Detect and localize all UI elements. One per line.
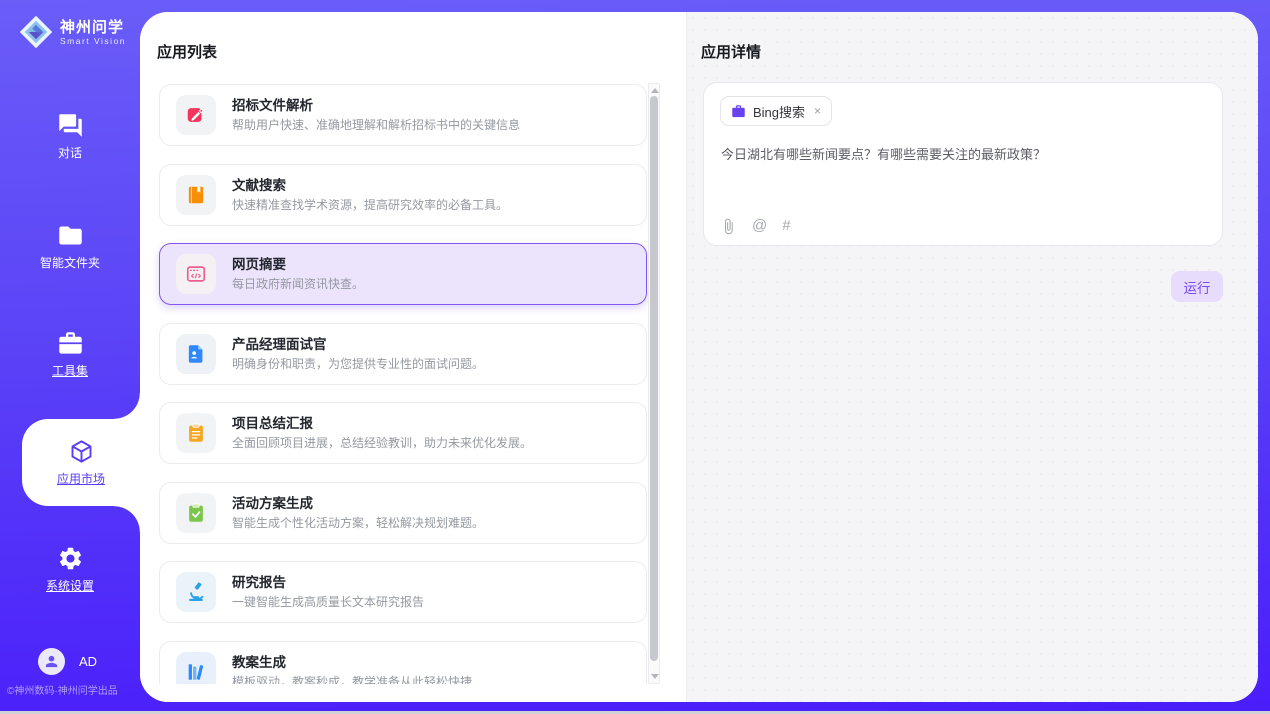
app-card-name: 文献搜索 <box>232 177 508 194</box>
sidebar-item-toolbox[interactable]: 工具集 <box>0 330 140 379</box>
browser-icon <box>176 254 216 294</box>
paperclip-icon[interactable] <box>720 218 737 235</box>
scrollbar-thumb[interactable] <box>650 96 658 661</box>
clipboard-icon <box>176 413 216 453</box>
app-card-name: 产品经理面试官 <box>232 336 484 353</box>
user-row[interactable]: AD <box>38 648 97 675</box>
tool-tag-bing-search[interactable]: Bing搜索 × <box>720 96 832 126</box>
app-card[interactable]: 研究报告一键智能生成高质量长文本研究报告 <box>159 561 647 623</box>
app-card-description: 每日政府新闻资讯快查。 <box>232 277 364 292</box>
brand-logo: 神州问学 Smart Vision <box>18 14 126 50</box>
app-list-pane: 应用列表 招标文件解析帮助用户快速、准确地理解和解析招标书中的关键信息文献搜索快… <box>140 12 686 702</box>
scrollbar-up-icon[interactable] <box>651 88 659 93</box>
app-card-name: 招标文件解析 <box>232 97 520 114</box>
app-card-description: 明确身份和职责，为您提供专业性的面试问题。 <box>232 357 484 372</box>
gear-icon <box>57 545 84 572</box>
hash-icon[interactable]: # <box>782 217 789 235</box>
copyright-text: ©神州数码·神州问学出品 <box>7 682 141 697</box>
avatar[interactable] <box>38 648 65 675</box>
app-card-description: 模板驱动，教案秒成，教学准备从此轻松快捷 <box>232 675 472 685</box>
app-detail-title: 应用详情 <box>701 41 761 62</box>
app-card[interactable]: 文献搜索快速精准查找学术资源，提高研究效率的必备工具。 <box>159 164 647 226</box>
scrollbar[interactable] <box>648 83 660 684</box>
app-card-description: 帮助用户快速、准确地理解和解析招标书中的关键信息 <box>232 118 520 133</box>
sidebar-item-label: 系统设置 <box>46 577 94 594</box>
user-initials: AD <box>79 654 97 669</box>
app-card-name: 研究报告 <box>232 574 424 591</box>
app-card-list: 招标文件解析帮助用户快速、准确地理解和解析招标书中的关键信息文献搜索快速精准查找… <box>140 83 686 684</box>
app-card[interactable]: 网页摘要每日政府新闻资讯快查。 <box>159 243 647 305</box>
microscope-icon <box>176 572 216 612</box>
chat-icon <box>57 112 84 139</box>
prompt-card: Bing搜索 × 今日湖北有哪些新闻要点？有哪些需要关注的最新政策？ @# <box>703 82 1223 246</box>
sidebar-item-label: 工具集 <box>52 362 88 379</box>
app-card-description: 全面回顾项目进展，总结经验教训，助力未来优化发展。 <box>232 436 532 451</box>
app-card[interactable]: 教案生成模板驱动，教案秒成，教学准备从此轻松快捷 <box>159 641 647 685</box>
app-card[interactable]: 活动方案生成智能生成个性化活动方案，轻松解决规划难题。 <box>159 482 647 544</box>
tool-tag-label: Bing搜索 <box>753 102 805 121</box>
sidebar-item-label: 智能文件夹 <box>40 254 100 271</box>
query-text[interactable]: 今日湖北有哪些新闻要点？有哪些需要关注的最新政策？ <box>721 145 1206 164</box>
folder-icon <box>57 222 84 249</box>
app-card-name: 项目总结汇报 <box>232 415 532 432</box>
clipboard-check-icon <box>176 493 216 533</box>
brand-gem-icon <box>18 14 54 50</box>
sidebar-item-gear[interactable]: 系统设置 <box>0 545 140 594</box>
sidebar-item-chat[interactable]: 对话 <box>0 112 140 161</box>
app-card[interactable]: 招标文件解析帮助用户快速、准确地理解和解析招标书中的关键信息 <box>159 84 647 146</box>
sidebar-item-folder[interactable]: 智能文件夹 <box>0 222 140 271</box>
app-card-description: 智能生成个性化活动方案，轻松解决规划难题。 <box>232 516 484 531</box>
brand-name: 神州问学 <box>60 19 126 36</box>
attachment-toolbar: @# <box>720 217 790 235</box>
books-icon <box>176 652 216 685</box>
app-card[interactable]: 项目总结汇报全面回顾项目进展，总结经验教训，助力未来优化发展。 <box>159 402 647 464</box>
sidebar-item-label: 应用市场 <box>57 470 105 487</box>
app-card-description: 快速精准查找学术资源，提高研究效率的必备工具。 <box>232 198 508 213</box>
app-card-name: 教案生成 <box>232 654 472 671</box>
content-panel: 应用列表 招标文件解析帮助用户快速、准确地理解和解析招标书中的关键信息文献搜索快… <box>140 12 1258 702</box>
tag-close-icon[interactable]: × <box>814 104 821 118</box>
resume-icon <box>176 334 216 374</box>
app-detail-pane: 应用详情 Bing搜索 × 今日湖北有哪些新闻要点？有哪些需要关注的最新政策？ … <box>687 12 1258 702</box>
app-list-title: 应用列表 <box>157 41 217 62</box>
edit-icon <box>176 95 216 135</box>
app-window: 神州问学 Smart Vision 对话智能文件夹工具集应用市场系统设置 AD … <box>0 0 1270 714</box>
sidebar-item-label: 对话 <box>58 144 82 161</box>
cube-icon <box>68 438 95 465</box>
app-card-description: 一键智能生成高质量长文本研究报告 <box>232 595 424 610</box>
briefcase-icon <box>731 104 746 119</box>
app-card-name: 网页摘要 <box>232 256 364 273</box>
sidebar-item-cube[interactable]: 应用市场 <box>22 419 140 506</box>
app-card[interactable]: 产品经理面试官明确身份和职责，为您提供专业性的面试问题。 <box>159 323 647 385</box>
at-icon[interactable]: @ <box>752 217 767 235</box>
scrollbar-down-icon[interactable] <box>651 674 659 679</box>
app-card-name: 活动方案生成 <box>232 495 484 512</box>
run-button[interactable]: 运行 <box>1171 271 1223 302</box>
toolbox-icon <box>57 330 84 357</box>
book-icon <box>176 175 216 215</box>
sidebar: 神州问学 Smart Vision 对话智能文件夹工具集应用市场系统设置 AD … <box>0 0 140 714</box>
brand-subtitle: Smart Vision <box>60 36 126 46</box>
